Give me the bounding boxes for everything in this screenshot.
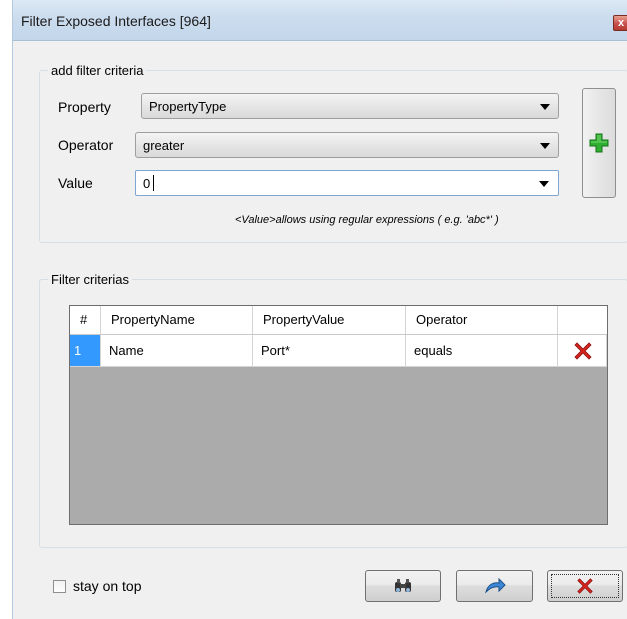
table-row[interactable]: 1 Name Port* equals (70, 335, 607, 367)
value-input[interactable]: 0 (135, 170, 559, 196)
value-text: 0 (143, 176, 151, 191)
cancel-x-icon (577, 578, 593, 594)
property-value: PropertyType (149, 99, 227, 114)
stay-on-top-checkbox[interactable] (53, 580, 66, 593)
delete-row-button[interactable] (558, 335, 607, 367)
filter-dialog: Filter Exposed Interfaces [964] x add fi… (12, 0, 627, 619)
chevron-down-icon (540, 143, 550, 149)
stay-on-top-label[interactable]: stay on top (73, 578, 142, 594)
column-header-property-name[interactable]: PropertyName (101, 306, 253, 334)
column-header-delete (558, 306, 607, 334)
value-label: Value (58, 175, 93, 191)
operator-value: greater (143, 138, 185, 153)
apply-arrow-icon (484, 578, 506, 594)
operator-dropdown[interactable]: greater (135, 132, 559, 158)
table-header: # PropertyName PropertyValue Operator (70, 306, 607, 335)
chevron-down-icon (540, 104, 550, 110)
apply-button[interactable] (456, 570, 533, 602)
close-button[interactable]: x (613, 15, 627, 31)
regex-hint: <Value>allows using regular expressions … (235, 214, 499, 226)
window-title: Filter Exposed Interfaces [964] (21, 13, 211, 29)
cell-property-name[interactable]: Name (101, 335, 253, 367)
plus-icon (589, 133, 609, 153)
add-criteria-legend: add filter criteria (51, 63, 144, 78)
column-header-operator[interactable]: Operator (406, 306, 558, 334)
add-criteria-button[interactable] (582, 88, 616, 198)
property-dropdown[interactable]: PropertyType (141, 93, 559, 119)
cancel-button[interactable] (547, 570, 623, 602)
close-icon: x (617, 17, 625, 29)
delete-x-icon (574, 342, 592, 360)
criteria-table[interactable]: # PropertyName PropertyValue Operator 1 … (69, 305, 608, 525)
text-caret (153, 175, 154, 191)
find-button[interactable] (365, 570, 441, 602)
column-header-property-value[interactable]: PropertyValue (253, 306, 406, 334)
operator-label: Operator (58, 137, 114, 153)
column-header-number[interactable]: # (70, 306, 101, 334)
filter-criterias-legend: Filter criterias (51, 272, 130, 287)
row-number[interactable]: 1 (70, 335, 101, 367)
cell-operator[interactable]: equals (406, 335, 558, 367)
title-bar: Filter Exposed Interfaces [964] x (13, 0, 627, 41)
chevron-down-icon[interactable] (539, 181, 549, 187)
binoculars-icon (395, 579, 411, 592)
property-label: Property (58, 99, 111, 115)
cell-property-value[interactable]: Port* (253, 335, 406, 367)
